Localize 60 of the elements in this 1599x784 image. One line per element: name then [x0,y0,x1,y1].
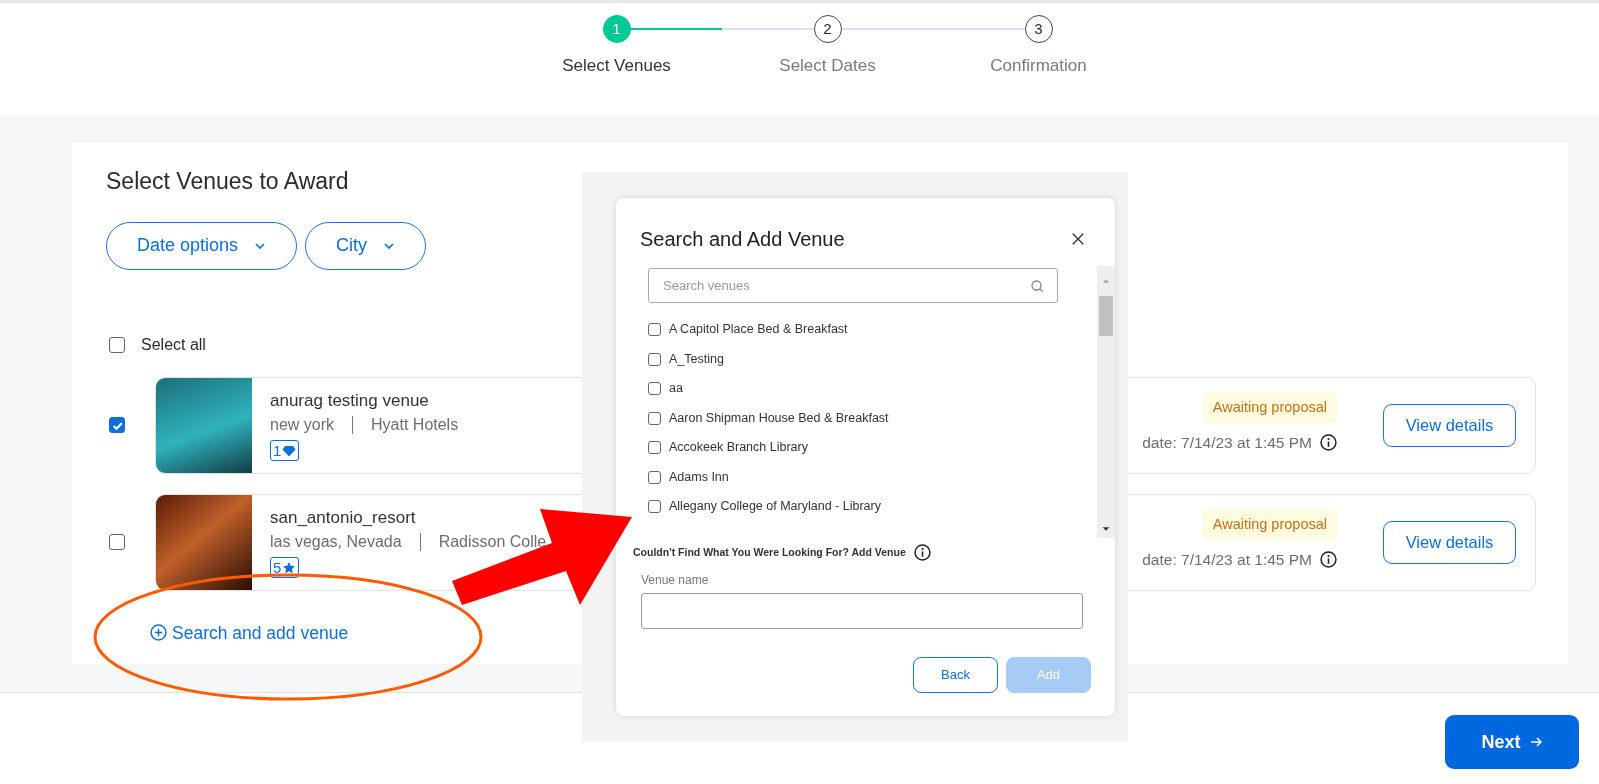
search-field[interactable]: Search venues [648,268,1058,303]
add-venue-hint: Couldn't Find What You Were Looking For? Add Venue [633,544,906,560]
view-details-button[interactable]: View details [1383,403,1516,447]
gem-icon [282,443,297,458]
search-icon [1030,279,1044,293]
checkbox[interactable] [648,500,661,514]
venue-location: new york [270,415,335,436]
info-icon [1320,551,1337,569]
step-number[interactable]: 3 [1024,15,1053,43]
add-venue-link[interactable]: Search and add venue [150,619,349,646]
view-details-button[interactable]: View details [1383,520,1516,564]
venue-name-field[interactable] [641,593,1083,629]
dialog-title: Search and Add Venue [640,227,845,252]
venue-brand: Hyatt Hotels [371,415,459,436]
filter-dropdown[interactable]: City [305,221,427,270]
checkbox[interactable] [648,382,661,396]
step-label: Select Dates [779,55,876,77]
step-number[interactable]: 2 [813,15,842,43]
venue-brand: Radisson Colle [438,532,547,553]
venue-option[interactable]: Aaron Shipman House Bed & Breakfast [669,408,889,428]
close-button[interactable] [1071,232,1085,246]
checkbox-label: Select all [141,334,206,355]
venue-name: anurag testing venue [270,389,430,412]
update-date: date: 7/14/23 at 1:45 PM [1142,550,1312,571]
close-icon [1071,232,1085,246]
field-label: Venue name [641,572,710,589]
checkbox[interactable] [648,352,661,366]
checkbox[interactable] [648,441,661,455]
info-icon [913,544,931,561]
filter-dropdown[interactable]: Date options [106,221,298,270]
venue-name: san_antonio_resort [270,506,417,529]
page-title: Select Venues to Award [106,168,350,196]
checkbox[interactable] [109,417,125,434]
venue-location: las vegas, Nevada [270,532,402,553]
step-label: Confirmation [990,55,1087,77]
checkbox[interactable] [109,534,125,551]
info-icon [1320,434,1337,452]
venue-option[interactable]: Accokeek Branch Library [669,438,808,458]
star-icon [282,560,297,575]
venue-option[interactable]: A Capitol Place Bed & Breakfast [669,320,848,340]
venue-option[interactable]: A_Testing [669,349,724,369]
scrollbar[interactable] [1097,266,1115,538]
scrollbar-thumb[interactable] [1099,296,1113,336]
checkbox[interactable] [648,411,661,425]
plus-circle-icon [150,624,167,642]
venue-option[interactable]: Adams Inn [669,467,729,487]
step-label: Select Venues [562,55,671,77]
back-button[interactable]: Back [913,657,998,693]
update-date: date: 7/14/23 at 1:45 PM [1142,433,1312,454]
status-tag: Awaiting proposal [1202,508,1337,541]
checkbox[interactable] [648,323,661,337]
rating-badge: 1 [270,440,300,462]
arrow-right-icon [1528,735,1543,749]
venue-option[interactable]: aa [669,379,683,399]
checkbox[interactable] [648,470,661,484]
status-tag: Awaiting proposal [1202,391,1337,424]
rating-badge: 5 [270,557,300,579]
venue-option[interactable]: Allegany College of Maryland - Library [669,497,881,517]
next-button[interactable]: Next [1445,715,1579,769]
checkbox[interactable] [109,336,125,353]
